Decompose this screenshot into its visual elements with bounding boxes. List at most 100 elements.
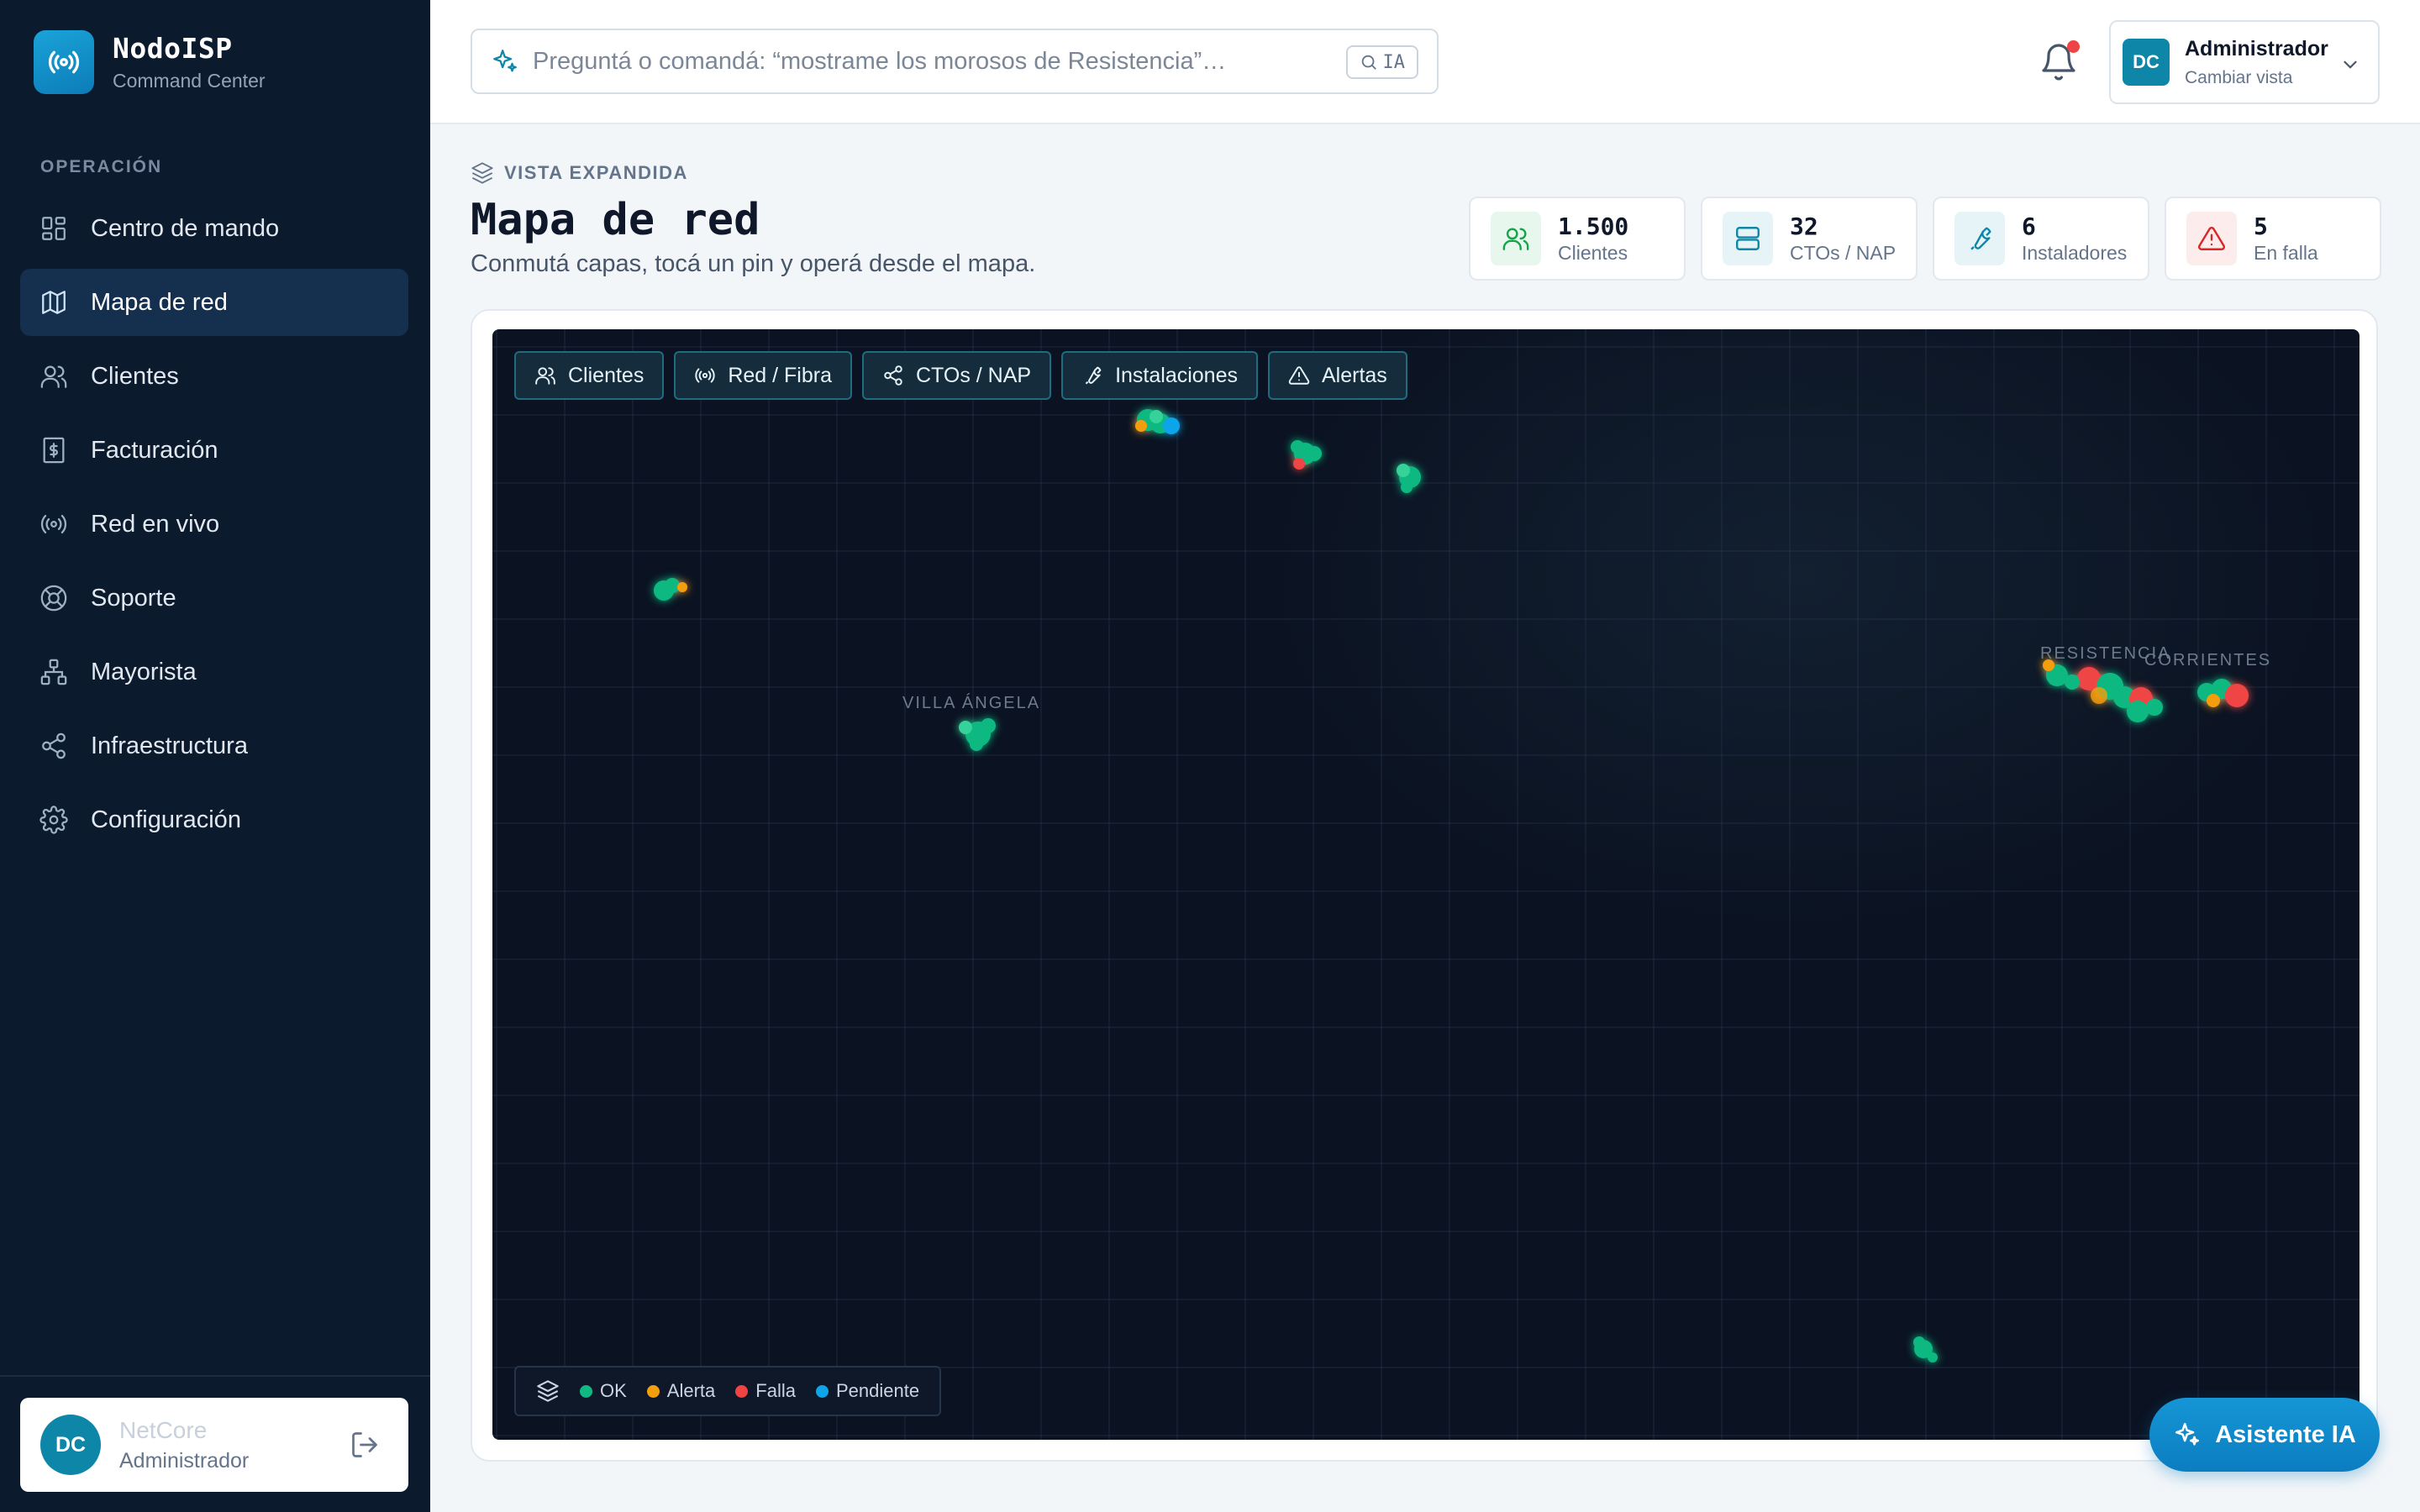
pin-cluster-villa-angela[interactable] (959, 718, 996, 751)
gear-icon (39, 805, 69, 835)
ia-chip-label: IA (1382, 51, 1406, 73)
broadcast-icon (695, 368, 715, 383)
layer-toggle-ctos-nap[interactable]: CTOs / NAP (862, 351, 1052, 400)
sidebar-item-configuracion[interactable]: Configuración (20, 786, 408, 853)
account-subtitle: Cambiar vista (2185, 67, 2293, 87)
sidebar-item-label: Red en vivo (91, 510, 220, 538)
brand[interactable]: NodoISP Command Center (34, 30, 266, 94)
account-avatar: DC (2123, 39, 2170, 86)
wrench-icon (1085, 366, 1102, 385)
map-pins[interactable] (492, 329, 2360, 1440)
sidebar: NodoISP Command Center OPERACIÓN Centro … (0, 0, 430, 1512)
stat-label: CTOs / NAP (1790, 242, 1897, 264)
sidebar-item-label: Mayorista (91, 658, 197, 685)
pin-cluster-north-2[interactable] (1291, 440, 1322, 470)
alert-icon (1288, 366, 1310, 385)
layer-toggle-alertas[interactable]: Alertas (1268, 351, 1407, 400)
users-icon (535, 367, 555, 385)
pin-cluster-south[interactable] (1913, 1336, 1938, 1362)
breadcrumb-label: VISTA EXPANDIDA (504, 162, 688, 183)
logout-icon[interactable] (350, 1430, 380, 1460)
layer-toggle-label: CTOs / NAP (916, 363, 1032, 387)
network-icon (39, 657, 69, 687)
stat-value: 5 (2254, 213, 2268, 240)
legend-dot (735, 1384, 749, 1398)
users-icon (39, 361, 69, 391)
layer-toggle-red-fibra[interactable]: Red / Fibra (674, 351, 852, 400)
city-label-corrientes: CORRIENTES (2144, 651, 2272, 669)
sidebar-item-mayorista[interactable]: Mayorista (20, 638, 408, 706)
sidebar-item-label: Soporte (91, 584, 176, 612)
pin-cluster-west[interactable] (654, 578, 687, 601)
lifebuoy-icon (39, 583, 69, 613)
receipt-icon (39, 435, 69, 465)
sidebar-item-label: Mapa de red (91, 288, 228, 316)
search-placeholder: Preguntá o comandá: “mostrame los moroso… (533, 47, 1227, 75)
network-map[interactable]: VILLA ÁNGELA RESISTENCIA CORRIENTES Clie… (492, 329, 2360, 1440)
sidebar-item-soporte[interactable]: Soporte (20, 564, 408, 632)
share-icon (884, 365, 902, 386)
sparkle-icon (493, 50, 517, 72)
legend-dot (646, 1384, 660, 1398)
legend-item-falla: Falla (735, 1380, 796, 1402)
page-subtitle: Conmutá capas, tocá un pin y operá desde… (471, 250, 1036, 277)
ia-search-chip[interactable]: IA (1345, 45, 1418, 79)
sidebar-item-clientes[interactable]: Clientes (20, 343, 408, 410)
layers-icon (537, 1380, 559, 1402)
sidebar-item-label: Centro de mando (91, 214, 280, 242)
layer-toggle-label: Red / Fibra (728, 363, 832, 387)
pin-cluster-northeast[interactable] (1397, 464, 1421, 493)
legend-dot (815, 1384, 829, 1398)
sidebar-item-facturacion[interactable]: Facturación (20, 417, 408, 484)
stat-value: 32 (1790, 213, 1818, 240)
sidebar-item-centro-de-mando[interactable]: Centro de mando (20, 195, 408, 262)
stat-card-en-falla[interactable]: 5 En falla (2165, 197, 2381, 281)
map-layer-toggles: Clientes Red / Fibra CTOs / NAP Instalac… (514, 351, 1418, 400)
stat-value: 6 (2022, 213, 2036, 240)
stat-card-instaladores[interactable]: 6 Instaladores (1933, 197, 2149, 281)
legend-label: Alerta (666, 1380, 716, 1401)
map-icon (39, 287, 69, 318)
chevron-down-icon (2344, 60, 2357, 69)
layer-toggle-instalaciones[interactable]: Instalaciones (1061, 351, 1258, 400)
sidebar-item-label: Infraestructura (91, 732, 248, 759)
account-switcher[interactable]: DC Administrador Cambiar vista (2109, 20, 2380, 104)
layer-toggle-clientes[interactable]: Clientes (514, 351, 665, 400)
assistant-ia-button[interactable]: Asistente IA (2149, 1398, 2380, 1472)
legend-label: OK (600, 1380, 627, 1401)
users-icon (1491, 212, 1541, 265)
sidebar-divider (0, 1375, 430, 1377)
stat-label: En falla (2254, 242, 2318, 264)
stat-label: Clientes (1558, 242, 1628, 264)
stat-card-ctos[interactable]: 32 CTOs / NAP (1701, 197, 1918, 281)
pin-cluster-north[interactable] (1135, 409, 1180, 434)
city-label-villa-angela: VILLA ÁNGELA (902, 694, 1041, 712)
search-icon (1361, 55, 1376, 70)
breadcrumb: VISTA EXPANDIDA (471, 161, 688, 185)
brand-subtitle: Command Center (113, 70, 266, 92)
stats-row: 1.500 Clientes 32 CTOs / NAP 6 Instalado… (1469, 197, 2381, 281)
layer-toggle-label: Alertas (1322, 363, 1387, 387)
sidebar-item-label: Configuración (91, 806, 241, 833)
sidebar-item-infraestructura[interactable]: Infraestructura (20, 712, 408, 780)
legend-item-ok: OK (580, 1380, 627, 1402)
stat-card-clientes[interactable]: 1.500 Clientes (1469, 197, 1686, 281)
grid-icon (39, 213, 69, 244)
nav-section-label: OPERACIÓN (40, 157, 163, 176)
layer-toggle-label: Clientes (568, 363, 644, 387)
stat-label: Instaladores (2022, 242, 2128, 264)
pin-cluster-corrientes[interactable] (2197, 679, 2249, 707)
user-card[interactable]: DC NetCore Administrador (20, 1398, 408, 1492)
assistant-button-label: Asistente IA (2215, 1420, 2356, 1448)
broadcast-logo-icon (34, 30, 94, 94)
sidebar-item-mapa-de-red[interactable]: Mapa de red (20, 269, 408, 336)
sidebar-item-label: Facturación (91, 436, 218, 464)
search-input[interactable]: Preguntá o comandá: “mostrame los moroso… (471, 29, 1439, 94)
account-name: Administrador (2185, 36, 2328, 60)
share-icon (39, 731, 69, 761)
sidebar-item-red-en-vivo[interactable]: Red en vivo (20, 491, 408, 558)
legend-label: Pendiente (835, 1380, 920, 1401)
legend-item-alerta: Alerta (646, 1380, 716, 1402)
avatar: DC (40, 1415, 101, 1475)
sidebar-nav: Centro de mando Mapa de red Clientes Fac… (20, 195, 408, 860)
